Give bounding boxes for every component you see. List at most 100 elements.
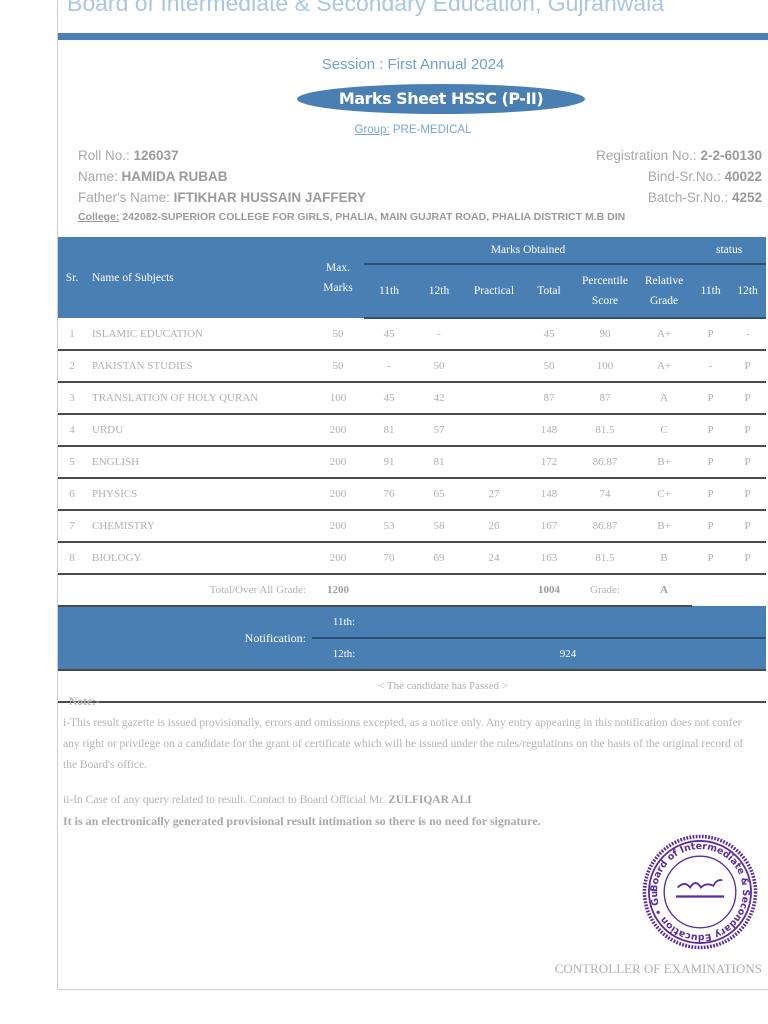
subject-row: 6 PHYSICS 200 76 65 27 148 74 C+ P P <box>58 478 767 511</box>
overall-grade: A <box>636 574 693 607</box>
notification-label: Notification: <box>58 606 312 671</box>
cell-grade: A+ <box>636 318 693 351</box>
cell-m11: 45 <box>364 382 414 415</box>
header-12th: 12th <box>414 263 464 319</box>
notification-11th-label: 11th: <box>312 606 364 639</box>
grade-label: Grade: <box>574 574 636 607</box>
cell-m12: - <box>414 318 464 351</box>
bind-sr-no: Bind-Sr.No.: 40022 <box>648 169 762 184</box>
cell-s12: P <box>729 510 767 543</box>
name-label: Name: <box>78 169 118 184</box>
cell-max: 200 <box>312 446 364 479</box>
cell-total: 148 <box>524 414 574 447</box>
cell-total: 172 <box>524 446 574 479</box>
bind-value: 40022 <box>724 169 762 184</box>
header-status-11th: 11th <box>692 263 730 319</box>
cell-grade: B+ <box>636 510 693 543</box>
cell-total: 148 <box>524 478 574 511</box>
board-seal-stamp: Board of Intermediate & Secondary Educat… <box>640 832 758 950</box>
group-label: Group: <box>354 124 390 136</box>
cell-m11: 81 <box>364 414 414 447</box>
notes-heading: Note:- <box>69 696 100 708</box>
header-status: status <box>692 237 767 264</box>
cell-pct: 90 <box>574 318 636 351</box>
cell-sr: 2 <box>58 350 86 383</box>
cell-s11: P <box>692 510 730 543</box>
cell-s11: P <box>692 382 730 415</box>
batch-sr-no: Batch-Sr.No.: 4252 <box>648 190 762 205</box>
cell-m11: 76 <box>364 478 414 511</box>
totals-obtained: 1004 <box>524 574 574 607</box>
subject-row: 5 ENGLISH 200 91 81 172 86.87 B+ P P <box>58 446 767 479</box>
cell-s12: P <box>729 350 767 383</box>
group-value: PRE-MEDICAL <box>392 124 472 136</box>
subject-row: 7 CHEMISTRY 200 53 58 26 167 86.87 B+ P P <box>58 510 767 543</box>
cell-m12: 81 <box>414 446 464 479</box>
subject-row: 2 PAKISTAN STUDIES 50-50 50 100 A+ - P <box>58 350 767 383</box>
cell-sr: 7 <box>58 510 86 543</box>
subject-row: 4 URDU 200 81 57 148 81.5 C P P <box>58 414 767 447</box>
cell-grade: A+ <box>636 350 693 383</box>
totals-spacer <box>364 574 524 607</box>
cell-sr: 5 <box>58 446 86 479</box>
cell-prac: 26 <box>464 510 524 543</box>
cell-name: CHEMISTRY <box>86 510 312 543</box>
cell-grade: C <box>636 414 693 447</box>
header-subject: Name of Subjects <box>86 237 312 318</box>
college-label: College: <box>78 211 120 223</box>
header-11th: 11th <box>364 263 414 319</box>
totals-label: Total/Over All Grade: <box>58 574 312 607</box>
bind-label: Bind-Sr.No.: <box>647 169 721 184</box>
cell-pct: 87 <box>574 382 636 415</box>
official-name: ZULFIQAR ALI <box>388 794 472 806</box>
header-marks-obtained: Marks Obtained <box>364 237 693 264</box>
cell-s11: - <box>692 350 730 383</box>
header-practical: Practical <box>464 263 524 319</box>
cell-m11: 53 <box>364 510 414 543</box>
registration-no: Registration No.: 2-2-60130 <box>596 148 762 163</box>
father-label: Father's Name: <box>78 190 170 205</box>
cell-name: URDU <box>86 414 312 447</box>
note-2: ii-In Case of any query related to resul… <box>63 790 758 811</box>
notification-11th-value <box>364 606 767 639</box>
cell-prac: 27 <box>464 478 524 511</box>
name-value: HAMIDA RUBAB <box>121 169 228 184</box>
note-2-text: ii-In Case of any query related to resul… <box>63 794 386 806</box>
roll-no: Roll No.: 126037 <box>78 148 179 163</box>
header-total: Total <box>524 263 574 319</box>
cell-m12: 65 <box>414 478 464 511</box>
cell-s12: P <box>729 382 767 415</box>
cell-sr: 6 <box>58 478 86 511</box>
reg-label: Registration No.: <box>596 148 697 163</box>
header-relative-grade: Relative Grade <box>636 263 693 319</box>
cell-prac <box>464 350 524 383</box>
cell-pct: 86.87 <box>574 446 636 479</box>
cell-s12: P <box>729 478 767 511</box>
cell-prac <box>464 318 524 351</box>
group-line: Group: PRE-MEDICAL <box>58 124 768 136</box>
roll-value: 126037 <box>133 148 179 163</box>
note-3: It is an electronically generated provis… <box>63 814 541 828</box>
marks-sheet-document: Board of Intermediate & Secondary Educat… <box>57 0 768 990</box>
cell-sr: 1 <box>58 318 86 351</box>
cell-pct: 100 <box>574 350 636 383</box>
sheet-title-badge: Marks Sheet HSSC (P-II) <box>297 84 585 114</box>
cell-sr: 8 <box>58 542 86 575</box>
notification-row-11th: Notification: 11th: <box>58 606 767 671</box>
cell-max: 50 <box>312 318 364 351</box>
cell-s11: P <box>692 318 730 351</box>
cell-pct: 74 <box>574 478 636 511</box>
cell-name: BIOLOGY <box>86 542 312 575</box>
controller-signature-title: CONTROLLER OF EXAMINATIONS <box>554 961 762 976</box>
cell-total: 87 <box>524 382 574 415</box>
cell-sr: 3 <box>58 382 86 415</box>
subject-row: 1 ISLAMIC EDUCATION 50 45-45 90 A+ P - <box>58 318 767 351</box>
cell-m11: 91 <box>364 446 414 479</box>
cell-m12: 57 <box>414 414 464 447</box>
cell-pct: 86.87 <box>574 510 636 543</box>
batch-value: 4252 <box>731 190 762 205</box>
reg-value: 2-2-60130 <box>700 148 762 163</box>
cell-grade: A <box>636 382 693 415</box>
cell-s11: P <box>692 414 730 447</box>
roll-label: Roll No.: <box>78 148 130 163</box>
